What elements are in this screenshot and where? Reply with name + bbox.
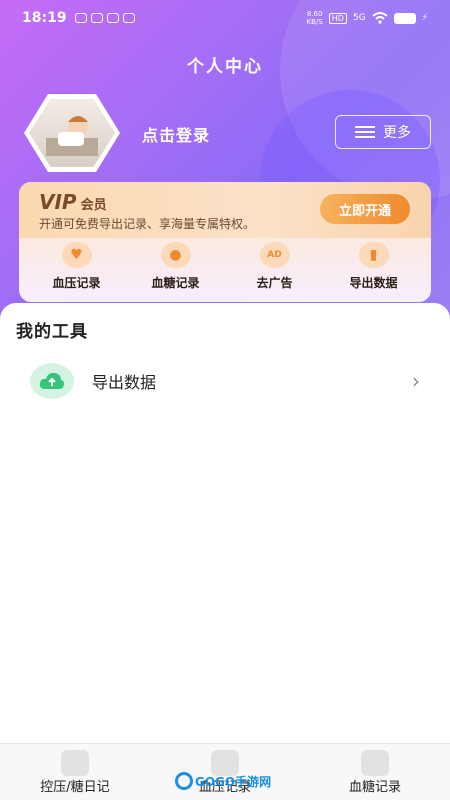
watermark-text: GOGO手游网 <box>195 774 272 789</box>
hd-icon: HD <box>328 12 347 24</box>
avatar[interactable] <box>24 94 124 174</box>
vip-title-suffix: 会员 <box>80 198 107 213</box>
status-time: 18:19 <box>22 10 67 26</box>
vip-feature-noads[interactable]: AD 去广告 <box>230 242 320 291</box>
status-bar: 18:19 8.60 KB/S HD 5G ⚡ <box>0 0 450 36</box>
battery-icon <box>393 12 416 24</box>
tool-item-export[interactable]: 导出数据 › <box>30 361 420 401</box>
tab-label: 血糖记录 <box>348 780 401 795</box>
more-button[interactable]: 更多 <box>335 115 431 149</box>
section-title: 我的工具 <box>16 322 88 342</box>
watermark-logo-icon <box>175 772 193 790</box>
network-rate: 8.60 KB/S <box>306 10 323 26</box>
more-button-label: 更多 <box>383 125 411 141</box>
page-title: 个人中心 <box>187 57 263 77</box>
tab-blood-sugar[interactable]: 血糖记录 <box>300 744 450 800</box>
bar-chart-icon: ▮ <box>358 242 389 268</box>
notification-icons <box>74 13 135 23</box>
vip-features: ♥ 血压记录 ● 血糖记录 AD 去广告 ▮ 导出数据 <box>19 242 431 291</box>
charging-icon: ⚡ <box>421 13 428 23</box>
vip-feature-export[interactable]: ▮ 导出数据 <box>329 242 419 291</box>
notification-icon <box>90 13 103 23</box>
notification-icon <box>106 13 119 23</box>
vip-feature-bs[interactable]: ● 血糖记录 <box>131 242 221 291</box>
blood-sugar-icon <box>361 750 389 776</box>
wifi-icon <box>372 12 388 24</box>
vip-card: VIP 会员 开通可免费导出记录、享海量专属特权。 立即开通 ♥ 血压记录 ● … <box>19 182 431 302</box>
vip-logo: VIP <box>39 190 77 214</box>
vip-feature-label: 导出数据 <box>349 276 398 290</box>
signal-icon: 5G <box>352 13 366 23</box>
vip-feature-label: 血糖记录 <box>151 276 200 290</box>
watermark: GOGO手游网 <box>175 771 271 791</box>
chevron-right-icon: › <box>412 369 420 393</box>
login-link[interactable]: 点击登录 <box>142 122 210 146</box>
vip-description: 开通可免费导出记录、享海量专属特权。 <box>39 217 256 231</box>
avatar-image <box>29 99 115 167</box>
tools-panel: 我的工具 导出数据 › <box>0 303 450 743</box>
notification-icon <box>74 13 87 23</box>
avatar-frame <box>24 94 120 172</box>
user-illustration-icon <box>46 116 98 156</box>
tab-diary[interactable]: 控压/糖日记 <box>0 744 150 800</box>
tab-label: 控压/糖日记 <box>40 780 110 795</box>
ad-icon: AD <box>259 242 290 268</box>
cloud-upload-icon-svg <box>39 372 65 389</box>
vip-title: VIP 会员 <box>39 190 107 214</box>
heart-wave-icon: ♥ <box>61 242 92 268</box>
notification-icon <box>122 13 135 23</box>
vip-feature-label: 血压记录 <box>52 276 101 290</box>
vip-activate-button[interactable]: 立即开通 <box>320 194 410 224</box>
vip-feature-label: 去广告 <box>256 276 293 290</box>
menu-icon <box>355 126 375 138</box>
status-right: 8.60 KB/S HD 5G ⚡ <box>307 10 428 26</box>
diary-icon <box>61 750 89 776</box>
tool-item-label: 导出数据 <box>92 373 157 392</box>
blood-drop-icon: ● <box>160 242 191 268</box>
vip-feature-bp[interactable]: ♥ 血压记录 <box>32 242 122 291</box>
cloud-upload-icon <box>30 363 74 399</box>
